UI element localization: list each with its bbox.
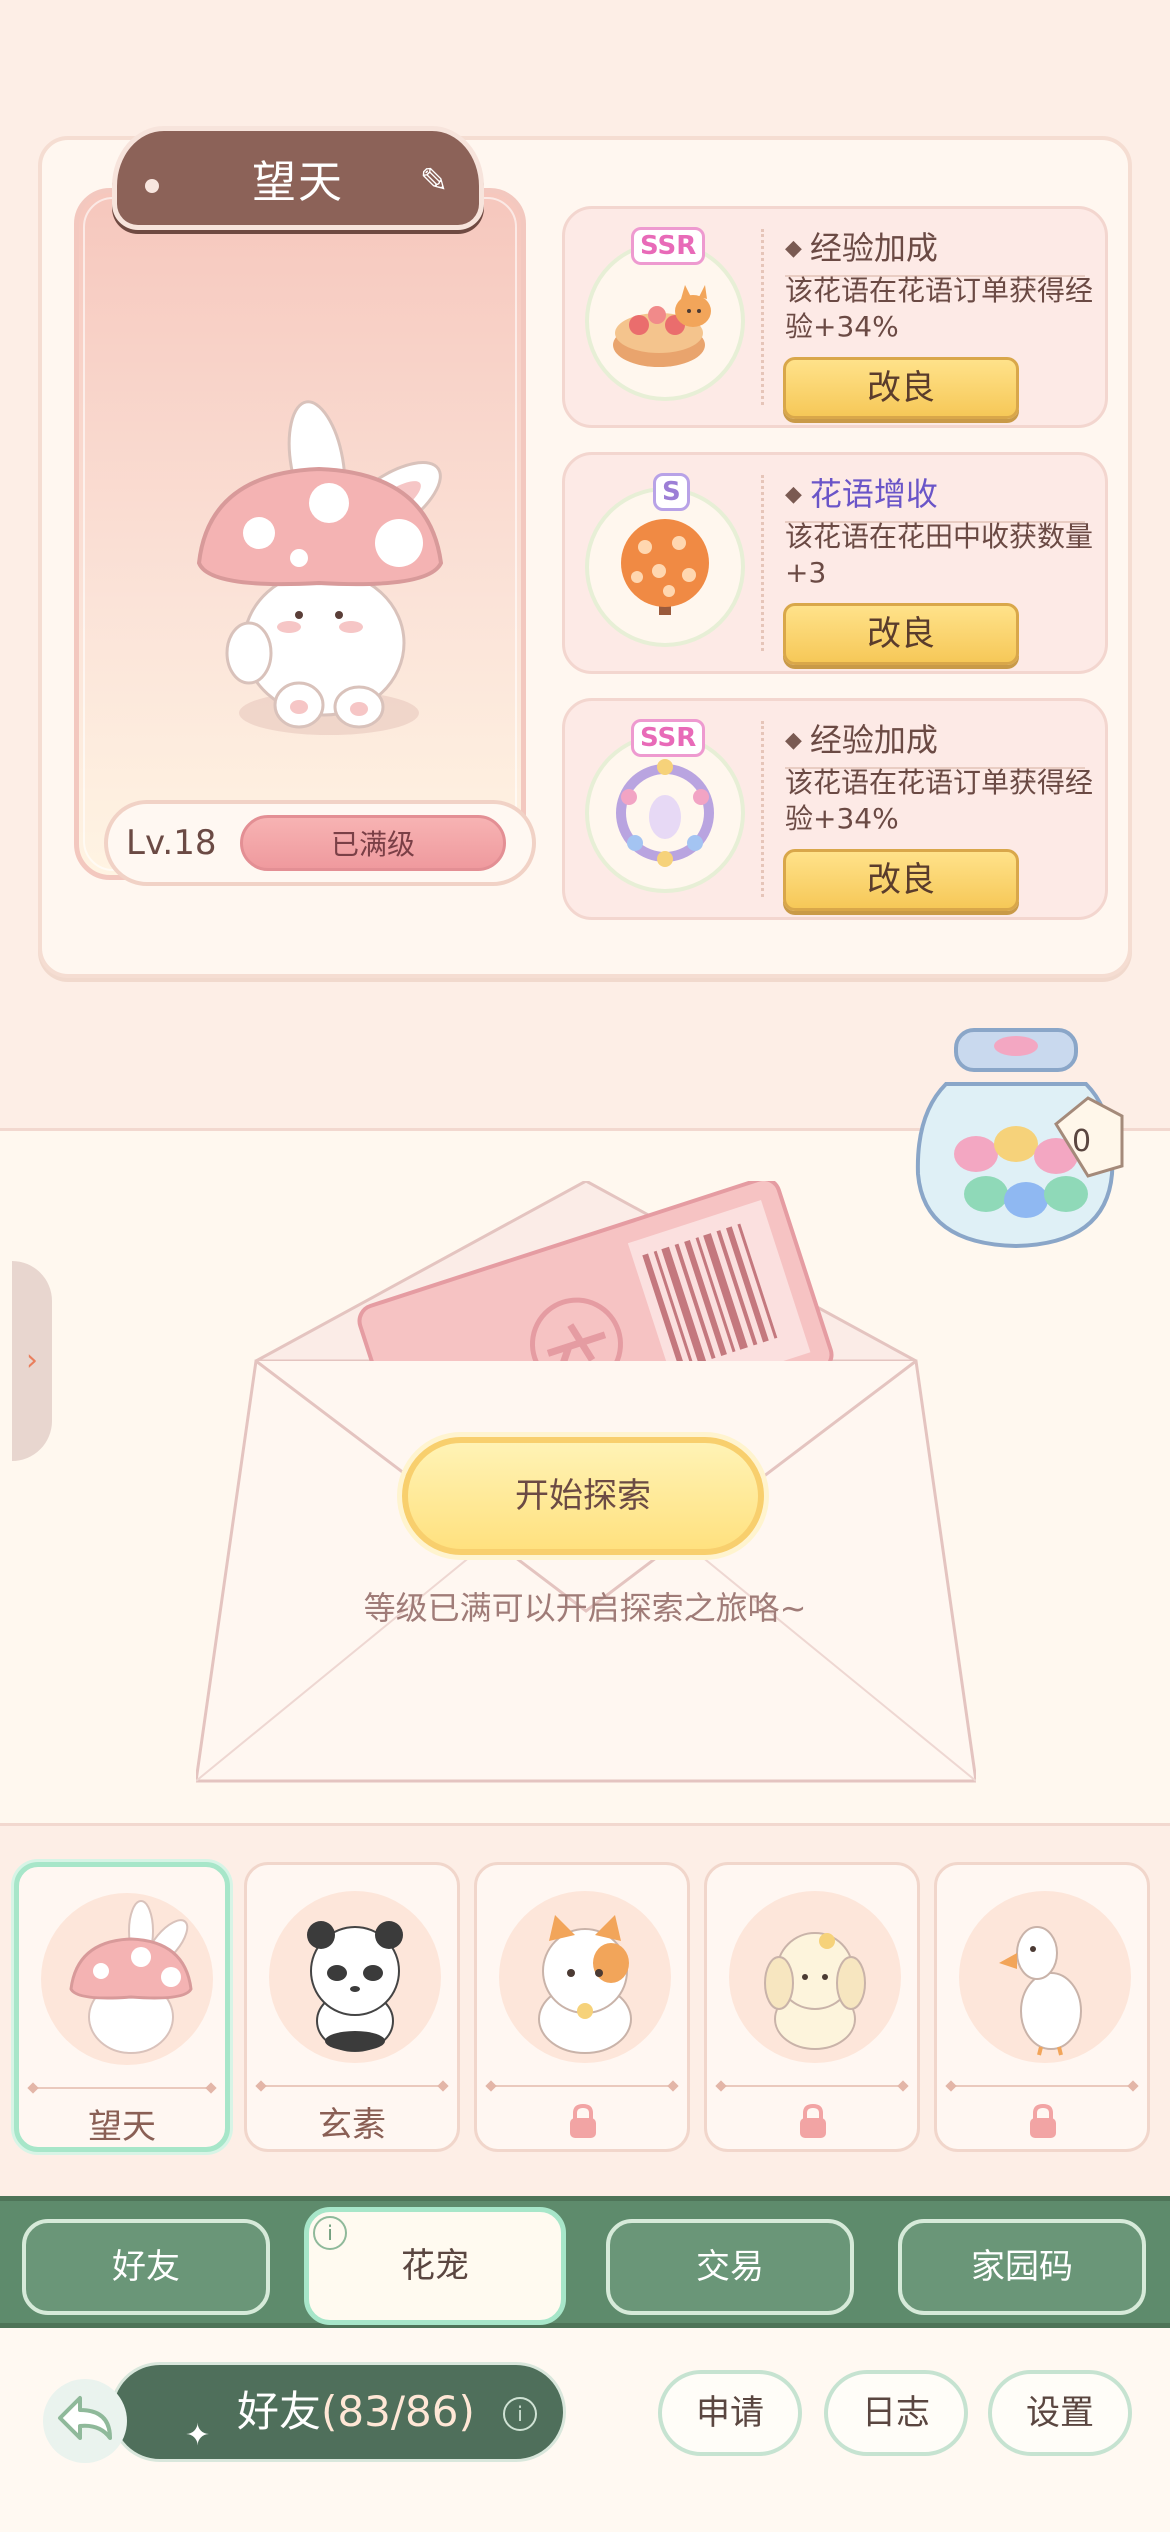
side-expand-tab[interactable]: › [12,1261,52,1461]
trait-description: 该花语在花语订单获得经验+34% [785,766,1094,835]
pet-slot-4[interactable] [704,1862,920,2152]
level-status-badge: 已满级 [240,815,506,871]
start-explore-button[interactable]: 开始探索 [402,1437,764,1555]
level-bar: Lv.18 已满级 [104,800,536,886]
explore-hint-text: 等级已满可以开启探索之旅咯~ [363,1589,807,1627]
trait-title-text: 经验加成 [809,229,938,267]
friends-count: (83/86) [321,2387,475,2436]
bottom-bar: ✦ 好友(83/86) i 申请 日志 设置 [0,2328,1170,2532]
calico-cat-avatar [538,1915,632,2054]
pet-slot-name: 望天 [88,2107,156,2147]
slot-divider [491,2085,673,2087]
pet-portrait-card [74,188,526,880]
trait-card-2: S ◆ 花语增收 该花语在花田中收获数量+3 改良 [562,452,1108,674]
trait-icon-frame [585,487,745,647]
mushroom-bunny-avatar [69,1900,193,2054]
lock-icon [800,2103,826,2138]
improve-button[interactable]: 改良 [783,849,1019,911]
pet-slot-3[interactable] [474,1862,690,2152]
tab-trade[interactable]: 交易 [606,2219,854,2315]
lock-icon [1030,2103,1056,2138]
diamond-icon: ◆ [785,728,802,753]
trait-title: ◆ 经验加成 [785,715,1085,769]
trait-title: ◆ 经验加成 [785,223,1085,277]
pet-avatar-frame [41,1893,213,2065]
panda-avatar [307,1921,403,2052]
back-arrow-icon[interactable] [40,2376,130,2466]
pet-slot-name: 玄素 [318,2105,386,2145]
trait-title-text: 经验加成 [809,721,938,759]
lock-icon [570,2103,596,2138]
apply-button[interactable]: 申请 [658,2370,802,2456]
log-button[interactable]: 日志 [824,2370,968,2456]
trait-title-text: 花语增收 [809,475,938,513]
candy-jar-icon [915,1028,1124,1249]
pet-info-panel: 望天 ✎ Lv.18 已满级 SSR ◆ 经验加成 该花语在花语订单获得经验+34… [38,126,1132,978]
slot-divider [33,2087,211,2089]
trait-card-1: SSR ◆ 经验加成 该花语在花语订单获得经验+34% 改良 [562,206,1108,428]
pet-avatar-frame [959,1891,1131,2063]
friends-counter: ✦ 好友(83/86) i [110,2362,566,2462]
main-tab-bar: 好友 i 花宠 交易 家园码 [0,2196,1170,2328]
tab-home-code[interactable]: 家园码 [898,2219,1146,2315]
trait-divider [761,229,764,405]
slot-divider [721,2085,903,2087]
fox-cake-icon [613,285,711,367]
pet-name-plate: 望天 ✎ [112,126,484,230]
flower-wreath-icon [616,759,714,867]
plate-dot-decoration [145,179,159,193]
trait-description: 该花语在花语订单获得经验+34% [785,274,1094,343]
pet-name: 望天 [252,157,344,208]
pet-slot-1[interactable]: 望天 [14,1862,230,2152]
puppy-avatar [764,1932,866,2050]
improve-button[interactable]: 改良 [783,603,1019,665]
slot-divider [261,2085,443,2087]
trait-title: ◆ 花语增收 [785,469,1085,523]
edit-name-icon[interactable]: ✎ [415,161,455,201]
trait-card-3: SSR ◆ 经验加成 该花语在花语订单获得经验+34% 改良 [562,698,1108,920]
flower-tree-icon [621,519,709,615]
tab-label: 花宠 [401,2246,469,2286]
trait-divider [761,475,764,651]
tab-friends[interactable]: 好友 [22,2219,270,2315]
rarity-badge: S [653,473,690,511]
goose-avatar [999,1926,1082,2056]
slot-divider [951,2085,1133,2087]
candy-count: 0 [1072,1124,1092,1159]
pet-selection-row: 望天 玄素 [14,1862,1158,2156]
friends-label: 好友 [237,2387,322,2436]
settings-button[interactable]: 设置 [988,2370,1132,2456]
rarity-badge: SSR [631,227,706,265]
mushroom-bunny-pet-image [196,400,444,735]
pet-level: Lv.18 [126,823,217,863]
trait-description: 该花语在花田中收获数量+3 [785,520,1094,589]
trait-icon-frame [585,241,745,401]
info-icon[interactable]: i [503,2397,537,2431]
pet-slot-2[interactable]: 玄素 [244,1862,460,2152]
info-icon[interactable]: i [313,2216,347,2250]
tab-flower-pet[interactable]: i 花宠 [304,2207,566,2325]
diamond-icon: ◆ [785,236,802,261]
trait-icon-frame [585,733,745,893]
chevron-right-icon: › [26,1343,38,1378]
trait-divider [761,721,764,897]
pet-avatar-frame [729,1891,901,2063]
candy-jar[interactable]: 0 [906,1024,1136,1264]
diamond-icon: ◆ [785,482,802,507]
rarity-badge: SSR [631,719,706,757]
pet-avatar-frame [269,1891,441,2063]
improve-button[interactable]: 改良 [783,357,1019,419]
sparkle-icon: ✦ [185,2418,211,2453]
pet-slot-5[interactable] [934,1862,1150,2152]
pet-avatar-frame [499,1891,671,2063]
